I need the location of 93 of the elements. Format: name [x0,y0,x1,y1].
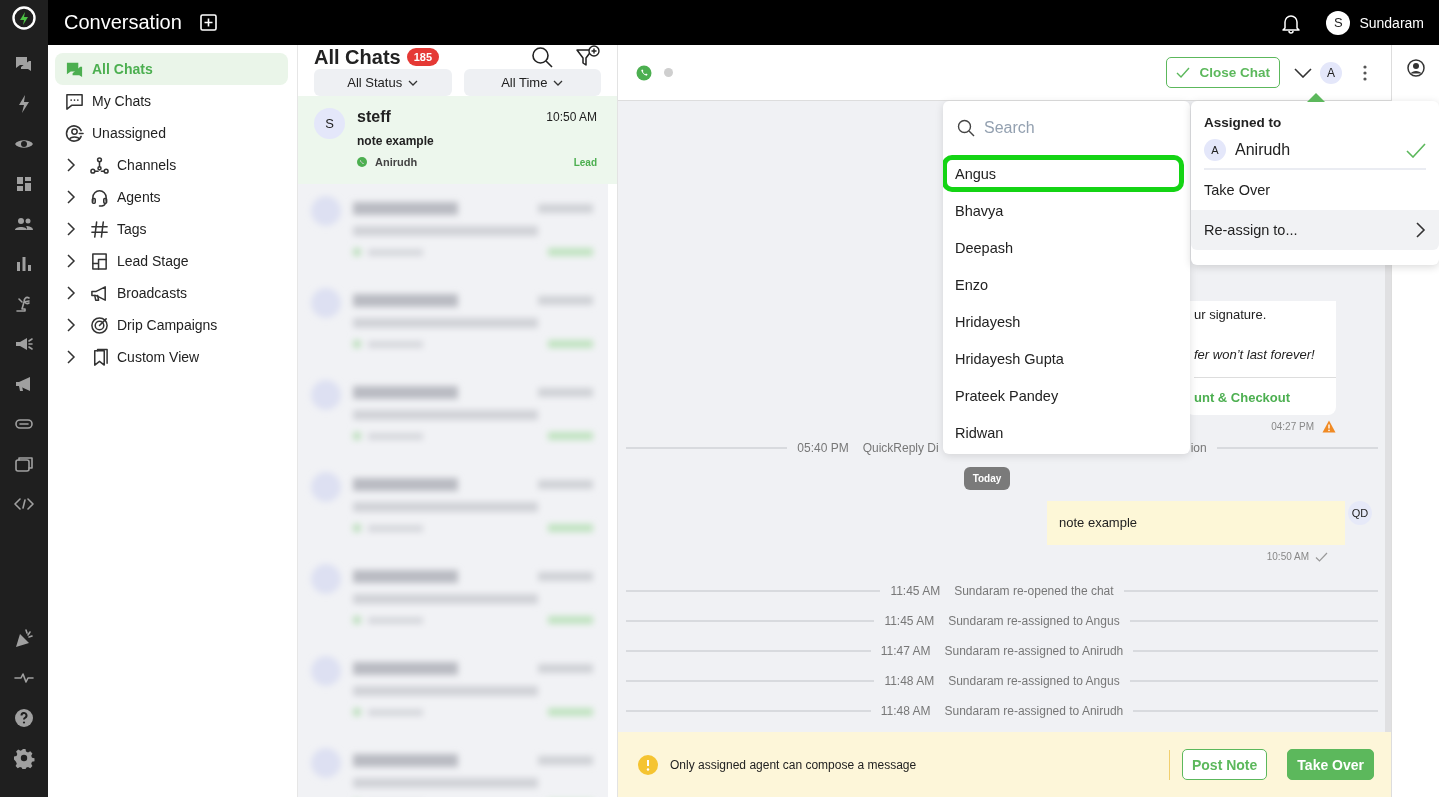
settings-icon[interactable] [13,747,35,769]
nav-item[interactable]: Channels [55,149,288,181]
help-icon[interactable] [13,707,35,729]
message-time: 04:27 PM [1271,421,1314,432]
contact-name: steff [357,108,391,126]
event-text: Sundaram re-assigned to Anirudh [944,704,1124,718]
target-icon [90,315,109,335]
agent-option[interactable]: Ridwan [943,414,1190,451]
agent-option[interactable]: Bhavya [943,192,1190,229]
warning-icon [638,754,658,775]
filter-dropdown[interactable]: All Status [314,69,452,96]
logo-icon[interactable] [11,5,37,31]
event-time: 11:47 AM [880,644,931,658]
chevron-right-icon[interactable] [65,190,77,204]
caret-icon [408,79,419,86]
filter-dropdown[interactable]: All Time [463,69,601,96]
agent-option[interactable]: Hridayesh [943,303,1190,340]
page-title: Conversation [64,11,182,34]
lead-stage: Lead [573,156,597,168]
count-badge: 185 [406,48,440,66]
event-text: ion [1190,441,1207,455]
user-name[interactable]: Sundaram [1359,14,1424,31]
party-popper-icon[interactable] [13,627,35,649]
more-icon[interactable] [1363,64,1367,81]
nav-item[interactable]: Tags [55,213,288,245]
agent-name: Anirudh [375,156,418,168]
assignee-name: Anirudh [1235,141,1291,159]
agent-avatar: A [1204,139,1226,161]
check-icon [1176,67,1191,78]
megaphone-icon [90,283,109,303]
nav-item[interactable]: Broadcasts [55,277,288,309]
event-text: QuickReply Di [862,441,939,455]
event-text: Sundaram re-assigned to Angus [948,614,1120,628]
nav-item[interactable]: Drip Campaigns [55,309,288,341]
message-text: ur signature. [1194,307,1268,324]
agent-option[interactable]: Deepash [943,229,1190,266]
event-time: 11:48 AM [880,704,931,718]
assignee-avatar[interactable]: A [1320,61,1342,84]
menu-item[interactable]: Re-assign to... [1191,210,1439,250]
agent-option[interactable]: Hridayesh Gupta [943,340,1190,377]
agent-option[interactable]: Angus [943,155,1184,192]
chevron-right-icon[interactable] [65,222,77,236]
menu-heading: Assigned to [1203,114,1283,132]
whatsapp-icon [636,64,652,81]
chevron-right-icon[interactable] [65,318,77,332]
search-field[interactable]: Search [984,119,1174,137]
date-badge: Today [963,467,1011,490]
nav-item[interactable]: Unassigned [55,117,288,149]
event-time: 11:45 AM [890,584,941,598]
event-text: Sundaram re-assigned to Anirudh [944,644,1124,658]
event-time: 05:40 PM [797,441,849,455]
message-time: 10:50 AM [1266,551,1309,562]
chevron-right-icon[interactable] [65,286,77,300]
user-circle-icon[interactable] [1406,59,1425,77]
chart-frame-icon [90,251,109,271]
event-text: Sundaram re-assigned to Angus [948,674,1120,688]
chat-dots-icon [65,91,84,111]
status-dot-icon [664,68,673,77]
nav-item[interactable]: Agents [55,181,288,213]
note-bubble: note example [1047,501,1345,545]
network-icon [90,155,109,175]
agent-option[interactable]: Prateek Pandey [943,377,1190,414]
add-icon[interactable] [199,14,217,31]
menu-item[interactable]: Take Over [1191,170,1439,210]
chevron-right-icon[interactable] [65,158,77,172]
sender-avatar: QD [1348,501,1372,525]
agent-option[interactable]: Enzo [943,266,1190,303]
event-text: Sundaram re-opened the chat [954,584,1114,598]
whatsapp-icon [357,157,367,167]
event-time: 11:48 AM [884,674,935,688]
event-time: 11:45 AM [884,614,935,628]
notice-text: Only assigned agent can compose a message [670,757,917,772]
message-text: fer won’t last forever! [1194,347,1316,364]
chat-time: 10:50 AM [546,110,597,124]
headset-icon [90,187,109,207]
list-title: All Chats [314,45,401,69]
search-icon [957,119,975,137]
message-preview: note example [357,134,435,148]
nav-item[interactable]: Lead Stage [55,245,288,277]
filter-add-icon[interactable] [575,45,601,69]
user-avatar[interactable]: S [1326,10,1351,35]
user-circle-icon [65,123,84,143]
chevron-down-icon[interactable] [1294,67,1312,78]
chat-list-item[interactable]: S steff 10:50 AM note example Anirudh Lead [298,96,617,184]
chevron-right-icon[interactable] [65,350,77,364]
nav-item[interactable]: My Chats [55,85,288,117]
chevron-right-icon[interactable] [65,254,77,268]
pointer-icon [1307,93,1325,102]
contact-avatar: S [314,108,345,139]
hashtag-icon [90,219,109,239]
caret-icon [553,79,564,86]
nav-item[interactable]: Custom View [55,341,288,373]
search-icon[interactable] [531,46,553,68]
